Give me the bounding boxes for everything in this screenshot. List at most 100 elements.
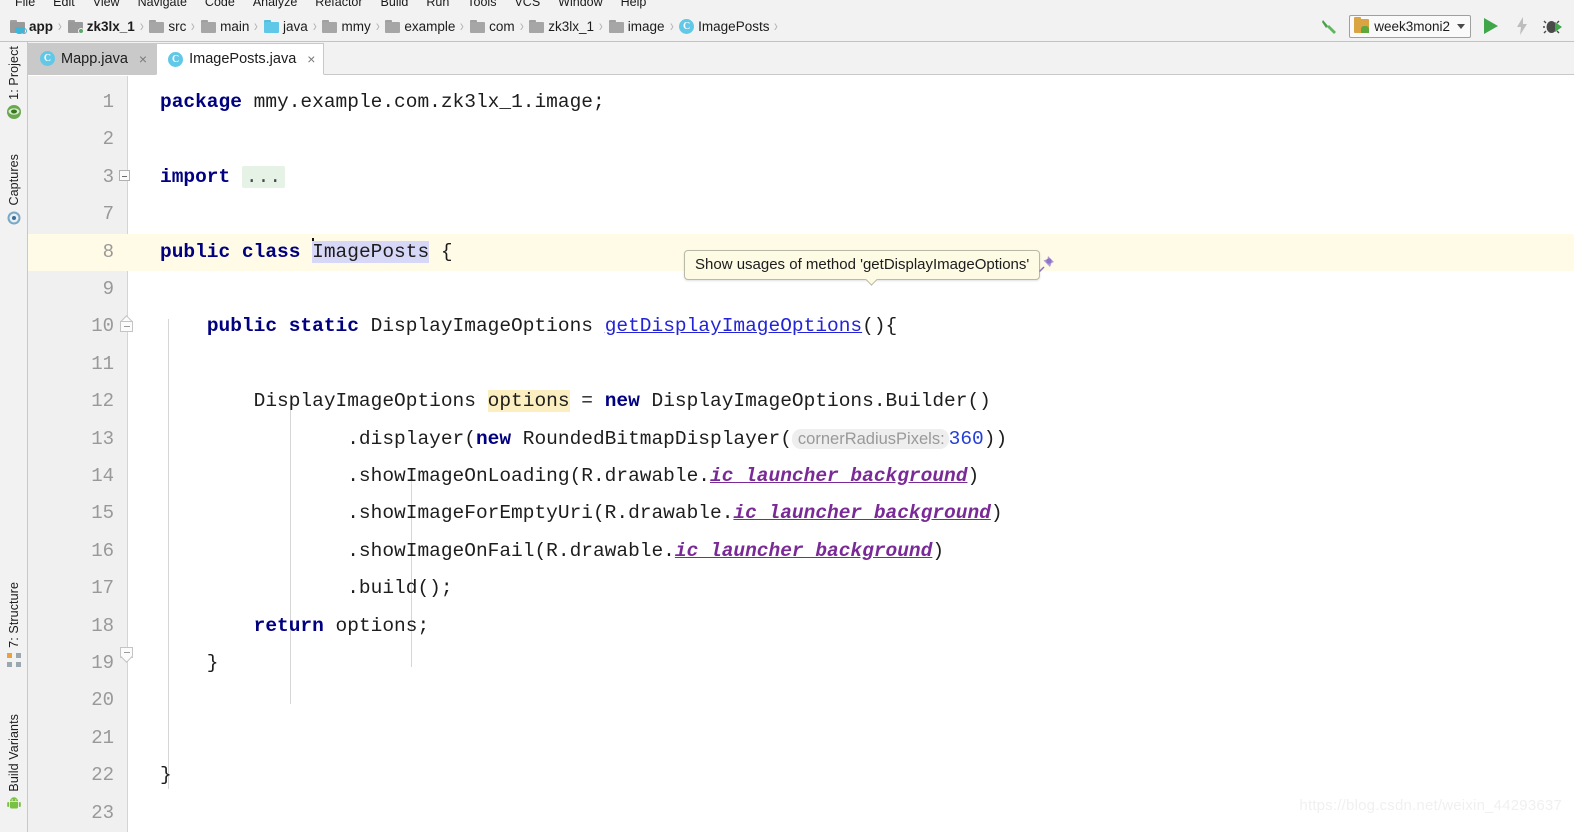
breadcrumb-item-app[interactable]: app — [8, 14, 54, 38]
sidebar-item-captures[interactable]: Captures — [0, 154, 28, 226]
menu-item-help[interactable]: Help — [612, 0, 656, 11]
breadcrumb-item-java[interactable]: java — [262, 14, 309, 38]
line-number: 1 — [102, 91, 114, 113]
menu-item-view[interactable]: View — [84, 0, 129, 11]
apply-changes-bolt-icon[interactable] — [1511, 15, 1533, 37]
menu-item-build[interactable]: Build — [372, 0, 418, 11]
line-number: 18 — [91, 614, 114, 637]
method-name-link[interactable]: getDisplayImageOptions — [605, 315, 862, 337]
code-line[interactable]: 15 .showImageForEmptyUri(R.drawable.ic_l… — [28, 495, 1574, 532]
code-line[interactable]: 11 — [28, 346, 1574, 383]
run-play-icon[interactable] — [1480, 15, 1502, 37]
code-line[interactable]: 21 — [28, 720, 1574, 757]
module-folder-icon — [67, 19, 84, 34]
line-content: package mmy.example.com.zk3lx_1.image; — [160, 91, 605, 113]
android-run-config-icon — [1354, 17, 1370, 33]
code-line[interactable]: 7 — [28, 196, 1574, 233]
chevron-down-icon[interactable] — [1457, 23, 1465, 29]
code-line[interactable]: 18 return options; — [28, 608, 1574, 645]
menu-item-tools[interactable]: Tools — [458, 0, 505, 11]
code-line[interactable]: 19 } — [28, 645, 1574, 682]
line-content: .showImageOnFail(R.drawable.ic_launcher_… — [160, 539, 945, 562]
menu-item-run[interactable]: Run — [417, 0, 458, 11]
code-line[interactable]: 2 — [28, 121, 1574, 158]
code-line[interactable]: 12 DisplayImageOptions options = new Dis… — [28, 383, 1574, 420]
breadcrumb-label: app — [29, 18, 54, 34]
line-number: 13 — [91, 427, 114, 450]
breadcrumb-item-zk3lx-1-module[interactable]: zk3lx_1 — [66, 14, 136, 38]
code-line[interactable]: 13 .displayer(new RoundedBitmapDisplayer… — [28, 421, 1574, 458]
menu-item-refactor[interactable]: Refactor — [306, 0, 371, 11]
code-line[interactable]: 14 .showImageOnLoading(R.drawable.ic_lau… — [28, 458, 1574, 495]
line-number: 23 — [91, 801, 114, 824]
breadcrumb-separator: › — [375, 16, 380, 35]
close-icon[interactable]: × — [139, 52, 147, 66]
line-number: 19 — [91, 652, 114, 674]
project-icon — [6, 104, 22, 120]
line-number: 15 — [91, 502, 114, 525]
breadcrumb-separator: › — [312, 16, 317, 35]
pin-icon[interactable] — [1038, 255, 1056, 273]
breadcrumb-item-image[interactable]: image — [607, 14, 666, 38]
menu-item-code[interactable]: Code — [196, 0, 244, 11]
code-line[interactable]: 22 } — [28, 757, 1574, 794]
breadcrumb-item-main[interactable]: main — [199, 14, 250, 38]
java-class-icon: C — [168, 51, 184, 67]
line-number: 7 — [102, 203, 114, 226]
static-field-reference[interactable]: ic_launcher_background — [733, 502, 990, 524]
menu-item-analyze[interactable]: Analyze — [244, 0, 306, 11]
sidebar-item-structure[interactable]: 7: Structure — [0, 582, 28, 668]
menu-item-file[interactable]: File — [6, 0, 44, 11]
highlighted-identifier: options — [487, 390, 570, 413]
breadcrumb-label: ImagePosts — [698, 18, 770, 34]
sidebar-item-project[interactable]: 1: Project — [0, 46, 28, 120]
breadcrumb-item-zk3lx-1-package[interactable]: zk3lx_1 — [527, 14, 595, 38]
code-line[interactable]: 3 import ... — [28, 159, 1574, 196]
sidebar-item-build-variants[interactable]: Build Variants — [0, 714, 28, 812]
hammer-icon[interactable] — [1318, 15, 1340, 37]
tooltip: Show usages of method 'getDisplayImageOp… — [684, 250, 1041, 280]
line-content: public static DisplayImageOptions getDis… — [206, 315, 898, 338]
breadcrumb-item-imageposts[interactable]: C ImagePosts — [677, 14, 770, 38]
module-folder-icon — [10, 19, 27, 34]
run-toolbar: week3moni2 — [1318, 14, 1574, 38]
close-icon[interactable]: × — [307, 52, 315, 66]
debug-bug-icon[interactable] — [1542, 15, 1564, 37]
breadcrumb-item-mmy[interactable]: mmy — [320, 14, 371, 38]
code-editor[interactable]: 1 package mmy.example.com.zk3lx_1.image;… — [28, 76, 1574, 832]
line-content: .build(); — [160, 577, 453, 600]
menu-item-vcs[interactable]: VCS — [505, 0, 549, 11]
navigation-toolbar: app › zk3lx_1 › src › main › java › mmy — [0, 11, 1574, 42]
code-line[interactable]: 1 package mmy.example.com.zk3lx_1.image; — [28, 84, 1574, 121]
breadcrumb-label: zk3lx_1 — [548, 18, 595, 34]
static-field-reference[interactable]: ic_launcher_background — [675, 540, 932, 562]
menu-item-navigate[interactable]: Navigate — [129, 0, 196, 11]
breadcrumb-label: com — [489, 18, 515, 34]
code-line[interactable]: 10 public static DisplayImageOptions get… — [28, 308, 1574, 345]
editor-tab-mapp-java[interactable]: C Mapp.java × — [28, 43, 157, 74]
folded-import-placeholder[interactable]: ... — [241, 165, 286, 188]
breadcrumb-item-com[interactable]: com — [468, 14, 516, 38]
inlay-parameter-hint: cornerRadiusPixels: — [791, 428, 949, 449]
code-line[interactable]: 20 — [28, 682, 1574, 719]
breadcrumb-label: main — [220, 18, 250, 34]
code-line[interactable]: 17 .build(); — [28, 570, 1574, 607]
code-lines[interactable]: 1 package mmy.example.com.zk3lx_1.image;… — [28, 76, 1574, 832]
captures-icon — [6, 210, 22, 226]
editor-tab-strip: C Mapp.java × C ImagePosts.java × — [28, 42, 1574, 75]
breadcrumb: app › zk3lx_1 › src › main › java › mmy — [0, 14, 1318, 38]
menu-item-edit[interactable]: Edit — [44, 0, 84, 11]
breadcrumb-label: zk3lx_1 — [86, 18, 135, 34]
line-number: 3 — [102, 165, 114, 188]
breadcrumb-item-src[interactable]: src — [147, 14, 187, 38]
editor-tab-imageposts-java[interactable]: C ImagePosts.java × — [156, 43, 325, 75]
left-tool-window-bar: 1: Project Captures 7: Structure Build V… — [0, 42, 28, 832]
static-field-reference[interactable]: ic_launcher_background — [710, 465, 967, 487]
breadcrumb-separator: › — [57, 16, 62, 35]
code-line[interactable]: 16 .showImageOnFail(R.drawable.ic_launch… — [28, 533, 1574, 570]
java-class-icon: C — [40, 51, 55, 66]
menu-item-window[interactable]: Window — [549, 0, 611, 11]
package-folder-icon — [385, 19, 401, 33]
run-configuration-selector[interactable]: week3moni2 — [1349, 14, 1471, 38]
breadcrumb-item-example[interactable]: example — [383, 14, 456, 38]
